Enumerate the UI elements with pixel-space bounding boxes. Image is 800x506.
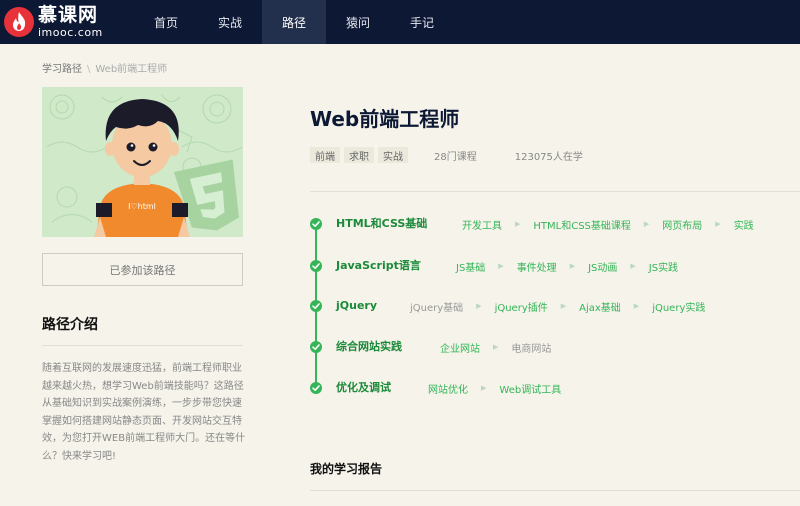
check-circle-icon <box>310 341 322 353</box>
course-link[interactable]: Ajax基础 <box>579 299 621 314</box>
path-stage: HTML和CSS基础 开发工具 ▶ HTML和CSS基础课程 ▶ 网页布局 ▶ 实践 <box>310 214 800 234</box>
arrow-right-icon: ▶ <box>715 220 721 228</box>
course-link[interactable]: 电商网站 <box>511 340 551 355</box>
stage-name[interactable]: jQuery <box>336 296 377 316</box>
tag-frontend: 前端 <box>310 147 340 163</box>
logo-name-en: imooc.com <box>38 26 103 39</box>
course-link[interactable]: jQuery插件 <box>495 299 548 314</box>
breadcrumb-separator: \ <box>87 64 91 75</box>
course-link[interactable]: 实践 <box>734 217 754 232</box>
course-link[interactable]: JS基础 <box>456 259 485 274</box>
course-link[interactable]: 事件处理 <box>517 259 557 274</box>
stage-name[interactable]: 优化及调试 <box>336 378 391 398</box>
course-link[interactable]: 网页布局 <box>662 217 702 232</box>
tag-practice: 实战 <box>378 147 408 163</box>
arrow-right-icon: ▶ <box>569 262 576 270</box>
nav-item-practice[interactable]: 实战 <box>198 0 262 44</box>
path-stage: JavaScript语言 JS基础 ▶ 事件处理 ▶ JS动画 ▶ JS实践 <box>310 256 800 276</box>
stage-course-list: 企业网站 ▶ 电商网站 <box>440 337 551 357</box>
arrow-right-icon: ▶ <box>481 384 487 392</box>
logo-name-cn: 慕课网 <box>38 4 99 26</box>
path-stage: jQuery jQuery基础 ▶ jQuery插件 ▶ Ajax基础 ▶ jQuery实践 <box>310 296 800 316</box>
course-link[interactable]: 网站优化 <box>428 381 468 396</box>
flame-icon <box>4 7 34 37</box>
nav-item-paths[interactable]: 路径 <box>262 0 326 44</box>
intro-divider <box>42 345 243 346</box>
stage-course-list: 网站优化 ▶ Web调试工具 <box>428 378 561 398</box>
nav-item-notes[interactable]: 手记 <box>390 0 454 44</box>
site-logo[interactable]: 慕课网 imooc.com <box>4 3 103 41</box>
course-link[interactable]: jQuery基础 <box>410 299 463 314</box>
check-circle-icon <box>310 260 322 272</box>
breadcrumb: 学习路径 \ Web前端工程师 <box>42 60 167 75</box>
stage-name[interactable]: JavaScript语言 <box>336 256 421 276</box>
page-title: Web前端工程师 <box>310 107 460 131</box>
arrow-right-icon: ▶ <box>493 343 499 351</box>
arrow-right-icon: ▶ <box>476 302 482 310</box>
intro-title: 路径介绍 <box>42 317 98 333</box>
breadcrumb-current: Web前端工程师 <box>95 64 168 75</box>
course-link[interactable]: JS动画 <box>588 259 617 274</box>
arrow-right-icon: ▶ <box>643 220 650 228</box>
intro-text: 随着互联网的发展速度迅猛，前端工程师职业越来越火热，想学习Web前端技能吗？这路… <box>42 363 246 462</box>
course-link[interactable]: 开发工具 <box>462 217 502 232</box>
path-stage: 综合网站实践 企业网站 ▶ 电商网站 <box>310 337 800 357</box>
stage-course-list: JS基础 ▶ 事件处理 ▶ JS动画 ▶ JS实践 <box>456 256 678 276</box>
check-circle-icon <box>310 218 322 230</box>
shirt-text: I♡html <box>128 202 156 211</box>
course-link[interactable]: Web调试工具 <box>499 381 561 396</box>
arrow-right-icon: ▶ <box>515 220 521 228</box>
learner-count: 123075人在学 <box>514 151 583 163</box>
header-divider <box>310 191 800 192</box>
path-tags: 前端 求职 实战 28门课程 123075人在学 <box>310 147 583 163</box>
arrow-right-icon: ▶ <box>560 302 567 310</box>
nav-item-questions[interactable]: 猿问 <box>326 0 390 44</box>
stage-name[interactable]: 综合网站实践 <box>336 337 402 357</box>
nav-item-home[interactable]: 首页 <box>134 0 198 44</box>
course-link[interactable]: jQuery实践 <box>652 299 705 314</box>
report-divider <box>310 490 800 491</box>
arrow-right-icon: ▶ <box>633 302 640 310</box>
arrow-right-icon: ▶ <box>498 262 504 270</box>
arrow-right-icon: ▶ <box>630 262 636 270</box>
course-link[interactable]: JS实践 <box>649 259 678 274</box>
top-nav-bar: 慕课网 imooc.com 首页 实战 路径 猿问 手记 <box>0 0 800 44</box>
course-link[interactable]: 企业网站 <box>440 340 480 355</box>
joined-path-button[interactable]: 已参加该路径 <box>42 253 243 286</box>
course-link[interactable]: HTML和CSS基础课程 <box>533 217 631 232</box>
path-banner-image: I♡html <box>42 87 243 237</box>
report-title: 我的学习报告 <box>310 462 383 476</box>
path-stage: 优化及调试 网站优化 ▶ Web调试工具 <box>310 378 800 398</box>
course-count: 28门课程 <box>434 151 477 163</box>
stage-name[interactable]: HTML和CSS基础 <box>336 214 427 234</box>
check-circle-icon <box>310 382 322 394</box>
breadcrumb-parent[interactable]: 学习路径 <box>42 64 82 75</box>
check-circle-icon <box>310 300 322 312</box>
stage-course-list: 开发工具 ▶ HTML和CSS基础课程 ▶ 网页布局 ▶ 实践 <box>462 214 754 234</box>
main-nav: 首页 实战 路径 猿问 手记 <box>134 0 454 44</box>
path-timeline: HTML和CSS基础 开发工具 ▶ HTML和CSS基础课程 ▶ 网页布局 ▶ 实践 JavaS… <box>310 214 800 396</box>
stage-course-list: jQuery基础 ▶ jQuery插件 ▶ Ajax基础 ▶ jQuery实践 <box>410 296 705 316</box>
tag-job: 求职 <box>344 147 374 163</box>
